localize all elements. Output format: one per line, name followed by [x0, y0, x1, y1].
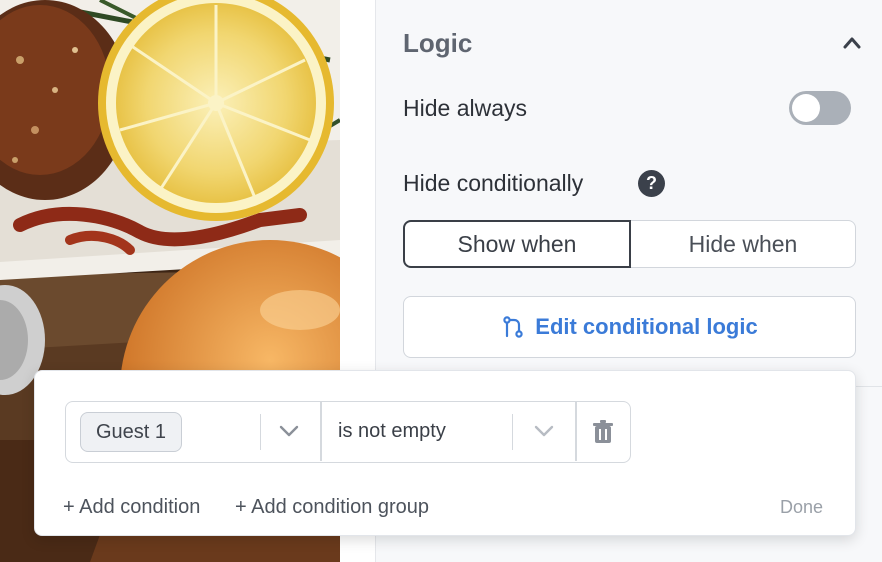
condition-row: Guest 1 is not empty	[65, 401, 631, 463]
chevron-down-icon[interactable]	[278, 424, 300, 438]
section-divider	[856, 386, 882, 387]
hide-when-option[interactable]: Hide when	[631, 220, 856, 268]
hide-conditionally-label: Hide conditionally	[403, 170, 584, 196]
trash-icon[interactable]	[591, 419, 615, 445]
edit-conditional-logic-label: Edit conditional logic	[535, 314, 758, 339]
column-separator	[575, 402, 577, 461]
add-condition-group-link[interactable]: + Add condition group	[235, 496, 429, 519]
hide-always-label: Hide always	[403, 95, 527, 121]
add-condition-link[interactable]: + Add condition	[63, 496, 200, 519]
chevron-up-icon[interactable]	[842, 35, 862, 51]
select-separator	[512, 414, 513, 450]
edit-conditional-logic-button[interactable]: Edit conditional logic	[403, 296, 856, 358]
help-icon[interactable]: ?	[638, 170, 665, 197]
operator-value: is not empty	[338, 420, 446, 442]
show-when-option[interactable]: Show when	[403, 220, 631, 268]
field-chip[interactable]: Guest 1	[80, 411, 183, 452]
logic-section-title: Logic	[403, 28, 473, 58]
done-button[interactable]: Done	[780, 497, 823, 518]
hide-always-toggle[interactable]	[789, 91, 851, 125]
toggle-knob	[792, 94, 820, 122]
branch-icon	[503, 316, 523, 338]
chevron-down-icon[interactable]	[533, 424, 555, 438]
condition-editor-popover: Guest 1 is not empty + Add condition + A…	[34, 370, 856, 536]
visibility-mode-segmented-control: Show when Hide when	[403, 220, 856, 268]
select-separator	[260, 414, 261, 450]
